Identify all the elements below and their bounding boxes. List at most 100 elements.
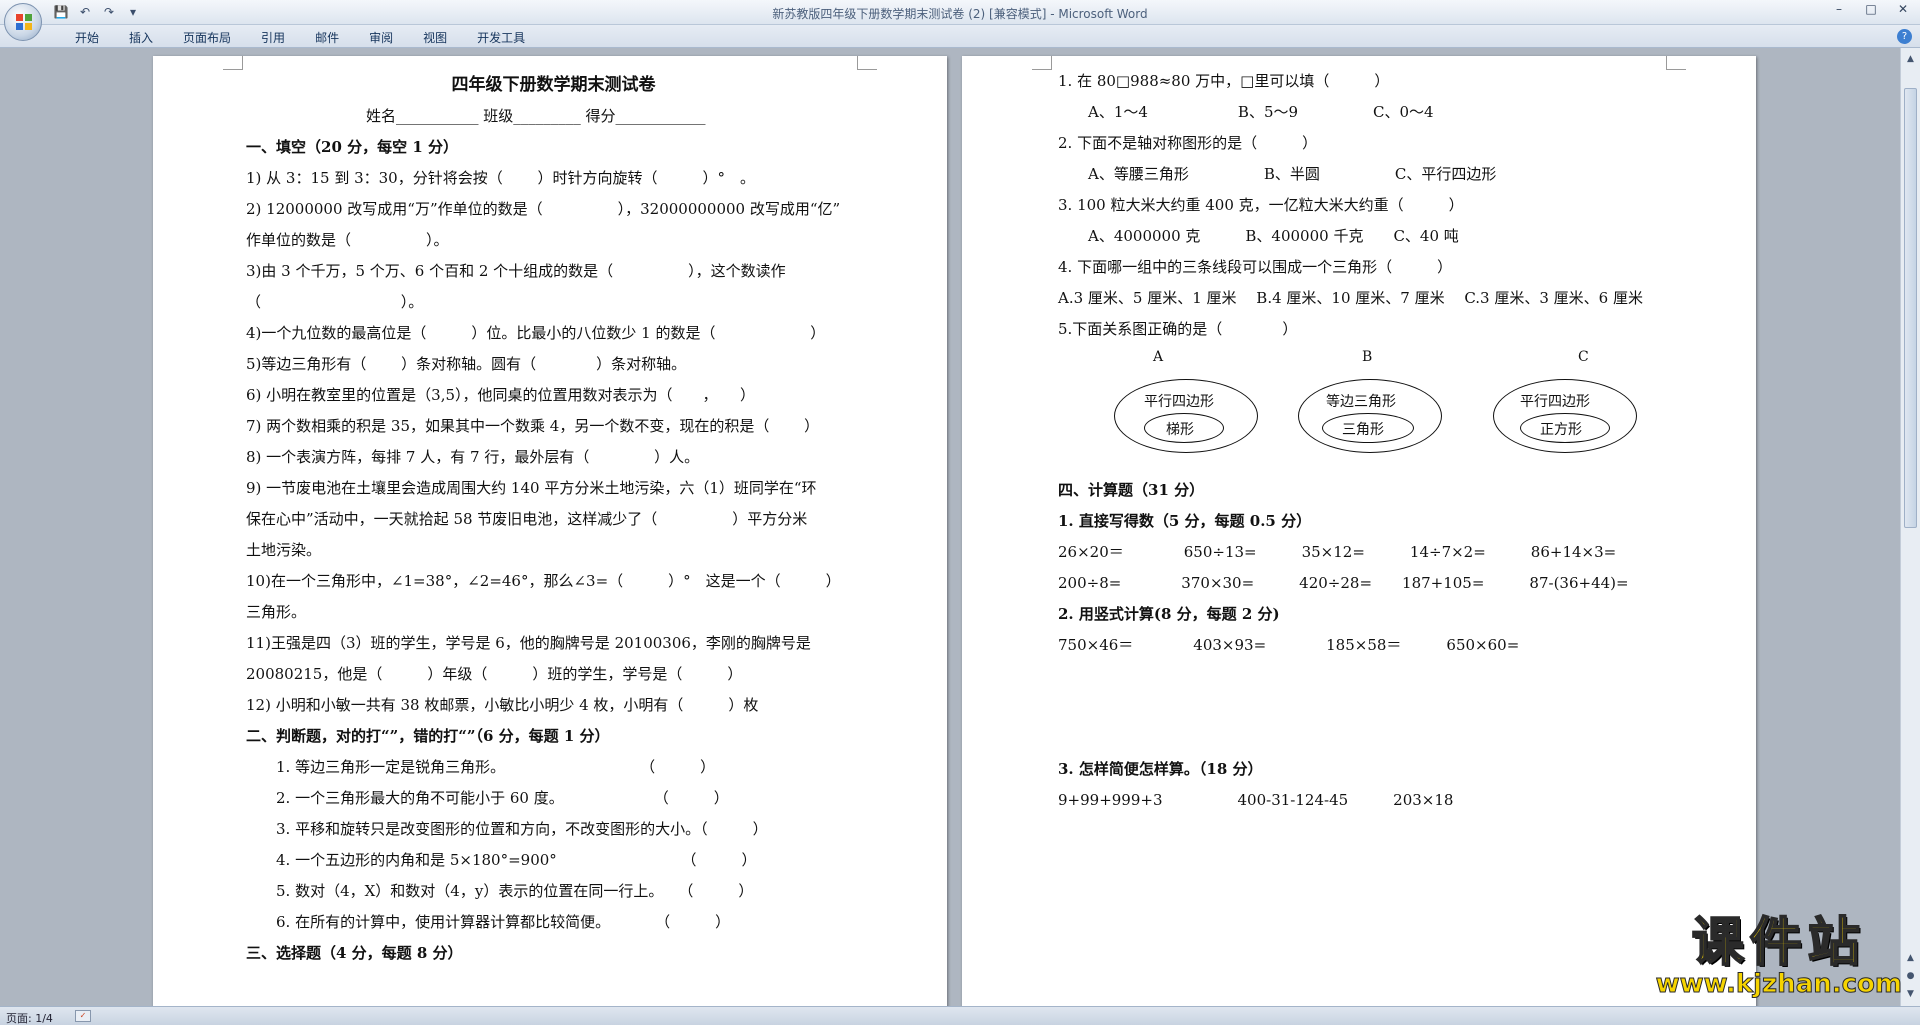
calculation-line: [1058, 847, 1698, 878]
window-controls: – □ ✕: [1830, 2, 1912, 16]
ribbon-tab[interactable]: 审阅: [354, 29, 408, 46]
help-icon[interactable]: ?: [1897, 29, 1912, 44]
venn-outer-label-b: 等边三角形: [1326, 394, 1396, 410]
window-title: 新苏教版四年级下册数学期末测试卷 (2) [兼容模式] - Microsoft …: [772, 7, 1148, 21]
question-line: A、4000000 克 B、400000 千克 C、40 吨: [1088, 227, 1459, 245]
document-line: 4. 一个五边形的内角和是 5×180°=900° （ ）: [276, 851, 757, 869]
spelling-check-icon[interactable]: ✓: [75, 1010, 91, 1022]
choice-questions: 1. 在 80□988≈80 万中，□里可以填（ ） A、1～4 B、5～9 C、…: [1058, 66, 1698, 345]
venn-inner-label-a: 梯形: [1166, 422, 1194, 438]
page-2-content: 1. 在 80□988≈80 万中，□里可以填（ ） A、1～4 B、5～9 C、…: [1058, 66, 1698, 940]
document-line: 保在心中”活动中，一天就拾起 58 节废旧电池，这样减少了（ ）平方分米: [246, 510, 808, 528]
question-line: 1. 在 80□988≈80 万中，□里可以填（ ）: [1058, 72, 1390, 90]
page-corner-mark: [1032, 56, 1052, 70]
calculation-line: 200÷8= 370×30= 420÷28= 187+105= 87-(36+4…: [1058, 574, 1629, 592]
calculation-line: [1058, 723, 1698, 754]
document-line: 9) 一节废电池在土壤里会造成周围大约 140 平方分米土地污染，六（1）班同学…: [246, 479, 817, 497]
venn-outer-label-a: 平行四边形: [1144, 394, 1214, 410]
calculation-line: 2. 用竖式计算(8 分，每题 2 分): [1058, 605, 1280, 623]
document-line: 5. 数对（4，X）和数对（4，y）表示的位置在同一行上。 （ ）: [276, 882, 754, 900]
calculation-line: [1058, 692, 1698, 723]
document-page-1[interactable]: 四年级下册数学期末测试卷 姓名___________ 班级_________ 得…: [153, 56, 947, 1006]
header-fields: 姓名___________ 班级_________ 得分____________: [366, 107, 706, 125]
ribbon-bar: 开始 插入 页面布局 引用 邮件 审阅 视图 开发工具 ?: [0, 25, 1920, 48]
document-line: （ ）。: [246, 293, 424, 311]
next-page-icon[interactable]: ▼: [1903, 987, 1918, 1002]
ribbon-tab[interactable]: 开发工具: [462, 29, 540, 46]
minimize-icon[interactable]: –: [1830, 2, 1848, 16]
document-line: 6. 在所有的计算中，使用计算器计算都比较简便。 （ ）: [276, 913, 731, 931]
document-line: 一、填空（20 分，每空 1 分）: [246, 138, 458, 156]
scroll-up-icon[interactable]: ▲: [1903, 52, 1918, 67]
document-line: 土地污染。: [246, 541, 322, 559]
question-line: A、1～4 B、5～9 C、0～4: [1088, 103, 1434, 121]
page-corner-mark: [223, 56, 243, 70]
watermark-logo-text: 课件站: [1691, 912, 1866, 974]
document-line: 3)由 3 个千万，5 个万、6 个百和 2 个十组成的数是（ ），这个数读作: [246, 262, 786, 280]
watermark-url: www.kjzhan.com: [1655, 969, 1902, 1000]
calculation-line: 3. 怎样简便怎样算。（18 分）: [1058, 760, 1263, 778]
document-line: 三角形。: [246, 603, 307, 621]
document-line: 11)王强是四（3）班的学生，学号是 6，他的胸牌号是 20100306，李刚的…: [246, 634, 811, 652]
page-indicator[interactable]: 页面: 1/4: [6, 1010, 53, 1025]
document-page-2[interactable]: 1. 在 80□988≈80 万中，□里可以填（ ） A、1～4 B、5～9 C、…: [962, 56, 1756, 1006]
status-bar: 页面: 1/4 ✓: [0, 1006, 1920, 1025]
calculation-line: [1058, 661, 1698, 692]
close-icon[interactable]: ✕: [1894, 2, 1912, 16]
venn-outer-label-c: 平行四边形: [1520, 394, 1590, 410]
venn-label-a: A: [1153, 349, 1164, 365]
venn-label-c: C: [1578, 349, 1589, 365]
calculation-section: 四、计算题（31 分） 1. 直接写得数（5 分，每题 0.5 分） 26×20＝ …: [1058, 475, 1698, 940]
page-corner-mark: [857, 56, 877, 70]
document-line: 2) 12000000 改写成用“万”作单位的数是（ ），32000000000…: [246, 200, 841, 218]
document-line: 5)等边三角形有（ ）条对称轴。圆有（ ）条对称轴。: [246, 355, 687, 373]
document-line: 1. 等边三角形一定是锐角三角形。 （ ）: [276, 758, 716, 776]
document-line: 6) 小明在教室里的位置是（3,5），他同桌的位置用数对表示为（ ， ）: [246, 386, 756, 404]
calculation-line: 四、计算题（31 分）: [1058, 481, 1205, 499]
vertical-scrollbar[interactable]: ▲ ▲ ● ▼: [1900, 48, 1920, 1006]
office-button[interactable]: [4, 3, 42, 41]
question-line: 4. 下面哪一组中的三条线段可以围成一个三角形（ ）: [1058, 258, 1453, 276]
ribbon-tab[interactable]: 插入: [114, 29, 168, 46]
calculation-line: [1058, 878, 1698, 909]
prev-page-icon[interactable]: ▲: [1903, 951, 1918, 966]
venn-label-b: B: [1362, 349, 1373, 365]
calculation-line: [1058, 909, 1698, 940]
question-line: A、等腰三角形 B、半圆 C、平行四边形: [1088, 165, 1497, 183]
question-line: 3. 100 粒大米大约重 400 克，一亿粒大米大约重（ ）: [1058, 196, 1464, 214]
venn-inner-label-c: 正方形: [1540, 422, 1582, 438]
calculation-line: 9+99+999+3 400-31-124-45 203×18: [1058, 791, 1454, 809]
document-line: 12) 小明和小敏一共有 38 枚邮票，小敏比小明少 4 枚，小明有（ ）枚: [246, 696, 759, 714]
question-line: A.3 厘米、5 厘米、1 厘米 B.4 厘米、10 厘米、7 厘米 C.3 厘…: [1058, 289, 1643, 307]
document-line: 1) 从 3：15 到 3：30，分针将会按（ ）时针方向旋转（ ）° 。: [246, 169, 755, 187]
site-watermark: 课件站 www.kjzhan.com: [1655, 900, 1902, 1000]
venn-inner-label-b: 三角形: [1342, 422, 1384, 438]
calculation-line: 1. 直接写得数（5 分，每题 0.5 分）: [1058, 512, 1312, 530]
document-line: 20080215，他是（ ）年级（ ）班的学生，学号是（ ）: [246, 665, 743, 683]
calculation-line: 26×20＝ 650÷13= 35×12= 14÷7×2= 86+14×3=: [1058, 543, 1617, 561]
document-line: 8) 一个表演方阵，每排 7 人，有 7 行，最外层有（ ）人。: [246, 448, 700, 466]
ribbon-tab[interactable]: 引用: [246, 29, 300, 46]
scrollbar-thumb[interactable]: [1904, 88, 1917, 528]
calculation-line: 750×46＝ 403×93= 185×58＝ 650×60=: [1058, 636, 1520, 654]
document-line: 三、选择题（4 分，每题 8 分）: [246, 944, 463, 962]
venn-diagrams: A B C 平行四边形 梯形 等边三角形 三角形 平行四边形 正方形: [1058, 345, 1698, 475]
document-line: 作单位的数是（ ）。: [246, 231, 449, 249]
document-workspace[interactable]: 四年级下册数学期末测试卷 姓名___________ 班级_________ 得…: [0, 48, 1900, 1006]
title-bar: 💾 ↶ ↷ ▾ 新苏教版四年级下册数学期末测试卷 (2) [兼容模式] - Mi…: [0, 0, 1920, 25]
document-line: 二、判断题，对的打“”，错的打“”（6 分，每题 1 分）: [246, 727, 610, 745]
ribbon-tab[interactable]: 邮件: [300, 29, 354, 46]
ribbon-tab[interactable]: 视图: [408, 29, 462, 46]
ribbon-tab[interactable]: 页面布局: [168, 29, 246, 46]
document-line: 10)在一个三角形中，∠1=38°，∠2=46°，那么∠3=（ ）° 这是一个（…: [246, 572, 841, 590]
select-browse-icon[interactable]: ●: [1903, 969, 1918, 984]
document-line: 3. 平移和旋转只是改变图形的位置和方向，不改变图形的大小。（ ）: [276, 820, 768, 838]
exam-title: 四年级下册数学期末测试卷: [451, 75, 656, 95]
left-page-lines: 一、填空（20 分，每空 1 分） 1) 从 3：15 到 3：30，分针将会按（…: [246, 132, 861, 969]
document-line: 2. 一个三角形最大的角不可能小于 60 度。 （ ）: [276, 789, 729, 807]
calculation-line: [1058, 816, 1698, 847]
ribbon-tab[interactable]: 开始: [60, 29, 114, 46]
question-line: 5.下面关系图正确的是（ ）: [1058, 320, 1298, 338]
ribbon-tabs: 开始 插入 页面布局 引用 邮件 审阅 视图 开发工具: [60, 29, 540, 46]
maximize-icon[interactable]: □: [1862, 2, 1880, 16]
